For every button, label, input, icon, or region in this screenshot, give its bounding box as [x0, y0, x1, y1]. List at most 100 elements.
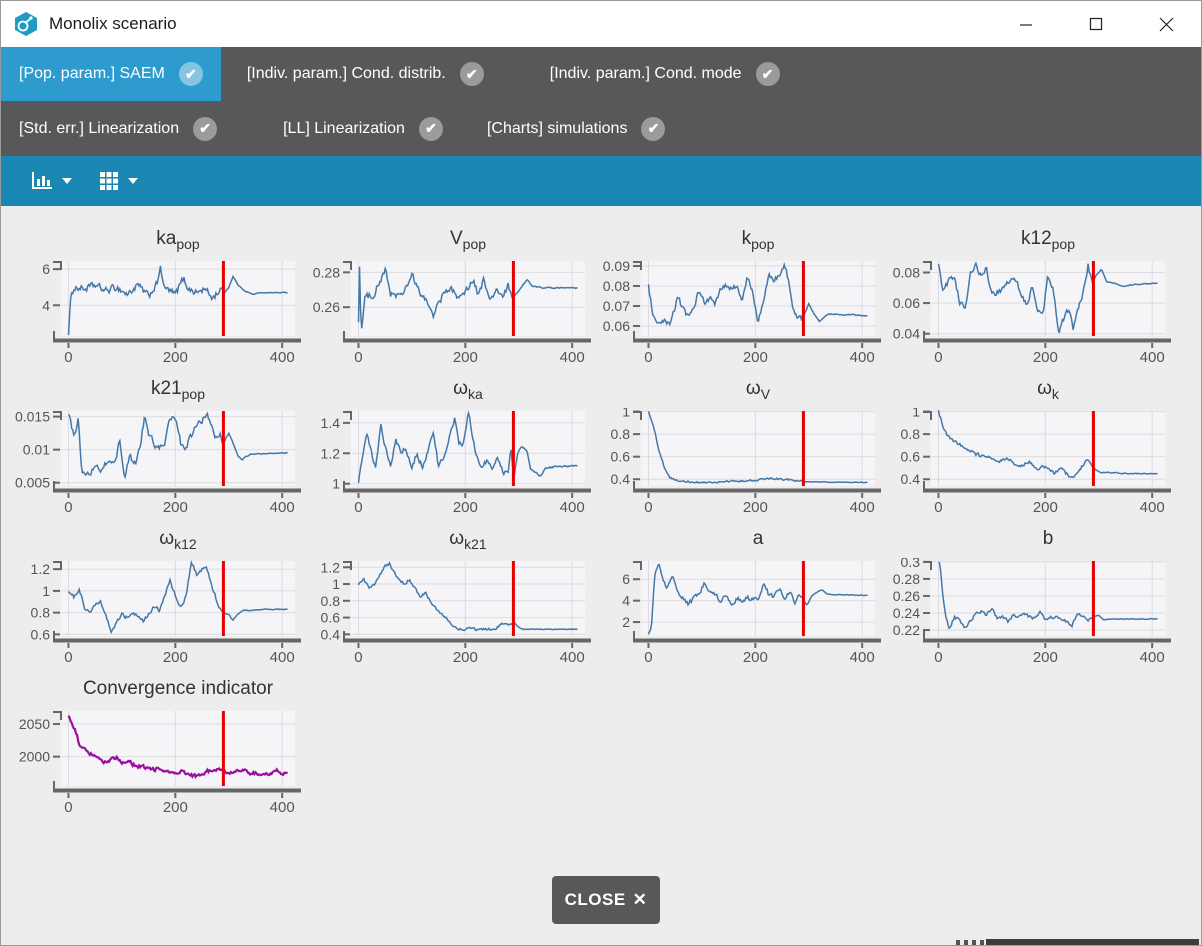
- svg-text:200: 200: [453, 649, 478, 664]
- svg-text:400: 400: [850, 349, 875, 364]
- tab-charts-simulations[interactable]: [Charts] simulations ✔: [469, 101, 684, 156]
- svg-text:0.24: 0.24: [893, 605, 920, 621]
- close-window-button[interactable]: [1131, 1, 1201, 47]
- chart-title-convergence_indicator: Convergence indicator: [61, 670, 295, 708]
- tab-pop-param-saem[interactable]: [Pop. param.] SAEM ✔: [1, 47, 221, 101]
- chart-plot-omega_k21: 0.40.60.811.20200400: [301, 558, 591, 664]
- svg-text:0.8: 0.8: [901, 426, 921, 442]
- svg-text:200: 200: [743, 649, 768, 664]
- window-title: Monolix scenario: [49, 14, 177, 34]
- tab-indiv-param-cond-mode[interactable]: [Indiv. param.] Cond. mode ✔: [532, 47, 798, 101]
- task-tabbar: [Pop. param.] SAEM ✔ [Indiv. param.] Con…: [1, 47, 1201, 156]
- svg-text:200: 200: [743, 349, 768, 364]
- chart-omega_k21: ωk210.40.60.811.20200400: [301, 520, 591, 670]
- check-badge-icon: ✔: [419, 117, 443, 141]
- minimize-button[interactable]: [991, 1, 1061, 47]
- svg-text:0.09: 0.09: [603, 258, 630, 274]
- maximize-button[interactable]: [1061, 1, 1131, 47]
- svg-text:1: 1: [622, 408, 630, 420]
- chart-plot-omega_ka: 11.21.40200400: [301, 408, 591, 514]
- tab-label: [Std. err.] Linearization: [19, 120, 179, 138]
- tab-label: [Indiv. param.] Cond. mode: [550, 65, 742, 83]
- svg-text:6: 6: [42, 261, 50, 277]
- svg-text:0: 0: [644, 499, 652, 514]
- check-badge-icon: ✔: [193, 117, 217, 141]
- chart-k_pop: kpop0.060.070.080.090200400: [591, 220, 881, 370]
- svg-text:0.8: 0.8: [611, 426, 631, 442]
- svg-text:0.015: 0.015: [15, 409, 50, 425]
- chart-plot-ka_pop: 460200400: [11, 258, 301, 364]
- svg-text:0.8: 0.8: [321, 593, 341, 609]
- svg-text:0: 0: [934, 499, 942, 514]
- svg-text:0.07: 0.07: [603, 298, 630, 314]
- close-button-label: CLOSE: [565, 890, 626, 910]
- svg-text:1: 1: [332, 476, 340, 492]
- svg-text:1.2: 1.2: [321, 445, 341, 461]
- svg-text:200: 200: [163, 799, 188, 814]
- svg-text:1: 1: [332, 576, 340, 592]
- background-window-edge-dashes: [956, 940, 986, 945]
- svg-text:400: 400: [270, 499, 295, 514]
- charts-toolbar: [1, 156, 1201, 206]
- tab-row-1: [Pop. param.] SAEM ✔ [Indiv. param.] Con…: [1, 47, 1201, 101]
- background-window-edge: [986, 939, 1199, 945]
- chart-ka_pop: kapop460200400: [11, 220, 301, 370]
- chart-plot-omega_k12: 0.60.811.20200400: [11, 558, 301, 664]
- chart-omega_k: ωk0.40.60.810200400: [881, 370, 1171, 520]
- check-badge-icon: ✔: [641, 117, 665, 141]
- svg-text:0.6: 0.6: [31, 626, 51, 642]
- chart-title-omega_V: ωV: [641, 370, 875, 408]
- svg-text:200: 200: [453, 499, 478, 514]
- chart-plot-b: 0.220.240.260.280.30200400: [881, 558, 1171, 664]
- svg-text:0: 0: [64, 799, 72, 814]
- svg-text:0.3: 0.3: [901, 558, 921, 570]
- svg-text:1: 1: [42, 583, 50, 599]
- charts-grid: kapop460200400Vpop0.260.280200400kpop0.0…: [11, 220, 1201, 820]
- monolix-scenario-window: Monolix scenario [Pop. param.] SAEM ✔ [I…: [0, 0, 1202, 946]
- svg-text:400: 400: [560, 499, 585, 514]
- svg-text:0: 0: [64, 649, 72, 664]
- chart-convergence_indicator: Convergence indicator200020500200400: [11, 670, 301, 820]
- grid-layout-dropdown[interactable]: [99, 171, 139, 191]
- chart-b: b0.220.240.260.280.30200400: [881, 520, 1171, 670]
- chart-title-k_pop: kpop: [641, 220, 875, 258]
- svg-text:0: 0: [354, 349, 362, 364]
- chart-plot-k12_pop: 0.040.060.080200400: [881, 258, 1171, 364]
- chart-title-ka_pop: kapop: [61, 220, 295, 258]
- chart-a: a2460200400: [591, 520, 881, 670]
- close-button[interactable]: CLOSE ✕: [552, 876, 660, 924]
- close-x-icon: ✕: [633, 890, 648, 910]
- chart-omega_k12: ωk120.60.811.20200400: [11, 520, 301, 670]
- svg-text:0.6: 0.6: [321, 610, 341, 626]
- chart-title-omega_ka: ωka: [351, 370, 585, 408]
- svg-text:4: 4: [622, 593, 630, 609]
- chart-title-a: a: [641, 520, 875, 558]
- chart-title-k21_pop: k21pop: [61, 370, 295, 408]
- svg-text:200: 200: [1033, 349, 1058, 364]
- chart-plot-k_pop: 0.060.070.080.090200400: [591, 258, 881, 364]
- svg-text:0.4: 0.4: [901, 471, 921, 487]
- svg-text:200: 200: [163, 649, 188, 664]
- svg-text:200: 200: [743, 499, 768, 514]
- svg-text:2050: 2050: [19, 716, 50, 732]
- svg-text:400: 400: [1140, 649, 1165, 664]
- chart-plot-k21_pop: 0.0050.010.0150200400: [11, 408, 301, 514]
- titlebar: Monolix scenario: [1, 1, 1201, 47]
- chart-plot-a: 2460200400: [591, 558, 881, 664]
- window-controls: [991, 1, 1201, 47]
- svg-text:400: 400: [850, 499, 875, 514]
- close-window-icon: [1159, 17, 1174, 32]
- check-badge-icon: ✔: [756, 62, 780, 86]
- svg-text:1: 1: [912, 408, 920, 420]
- tab-indiv-param-cond-distrib[interactable]: [Indiv. param.] Cond. distrib. ✔: [229, 47, 502, 101]
- tab-ll-linearization[interactable]: [LL] Linearization ✔: [265, 101, 461, 156]
- tab-std-err-linearization[interactable]: [Std. err.] Linearization ✔: [1, 101, 235, 156]
- svg-text:0.005: 0.005: [15, 475, 50, 491]
- chart-title-k12_pop: k12pop: [931, 220, 1165, 258]
- svg-text:0.04: 0.04: [893, 326, 920, 342]
- svg-text:0.6: 0.6: [611, 449, 631, 465]
- svg-text:0.06: 0.06: [893, 295, 920, 311]
- chart-type-dropdown[interactable]: [31, 171, 73, 191]
- svg-text:0.28: 0.28: [893, 571, 920, 587]
- svg-text:2: 2: [622, 614, 630, 630]
